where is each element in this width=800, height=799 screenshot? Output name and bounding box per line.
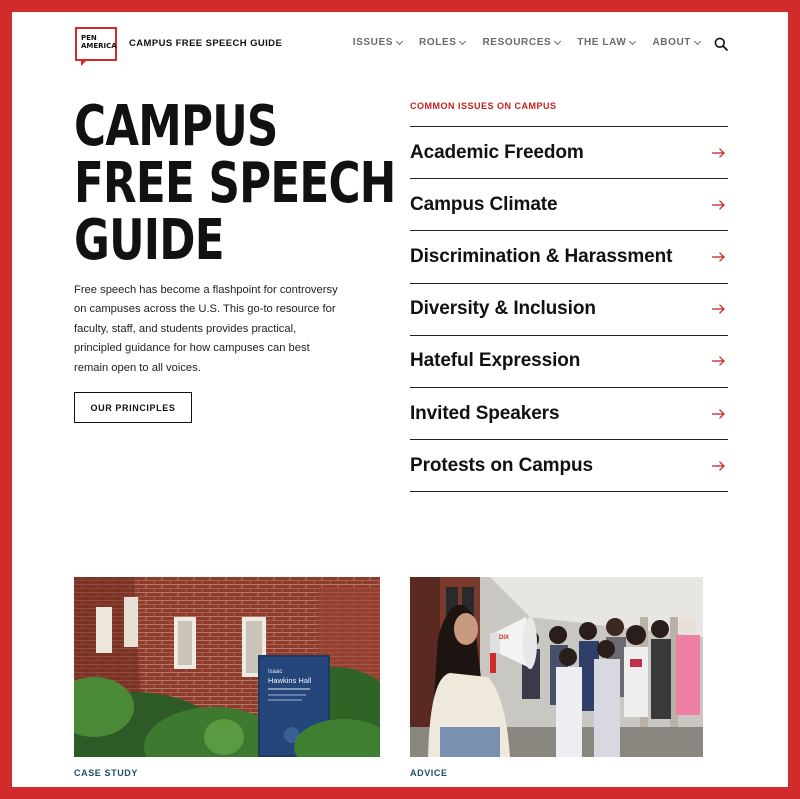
issue-label: Protests on Campus — [410, 454, 593, 476]
chevron-down-icon — [459, 37, 467, 45]
title-line-1: CAMPUS — [74, 94, 278, 159]
page: PEN AMERICA CAMPUS FREE SPEECH GUIDE ISS… — [12, 12, 788, 787]
sign-line-1: Isaac — [268, 669, 282, 675]
chevron-down-icon — [693, 37, 702, 45]
megaphone-text: DIX — [499, 635, 509, 641]
our-principles-button[interactable]: OUR PRINCIPLES — [74, 392, 192, 423]
logo-line-2: AMERICA — [81, 42, 117, 50]
nav-about[interactable]: ABOUT — [652, 37, 702, 48]
issues-list: Academic Freedom Campus Climate Discrimi… — [410, 126, 728, 493]
nav-roles-label: ROLES — [419, 37, 457, 48]
nav-issues[interactable]: ISSUES — [352, 37, 404, 48]
site-name[interactable]: CAMPUS FREE SPEECH GUIDE — [129, 38, 282, 49]
nav-the-law[interactable]: THE LAW — [577, 37, 637, 48]
issues-section-label: COMMON ISSUES ON CAMPUS — [410, 101, 557, 111]
issue-label: Diversity & Inclusion — [410, 298, 596, 320]
title-line-3: GUIDE — [74, 208, 225, 273]
issue-label: Hateful Expression — [410, 350, 581, 372]
hero-description: Free speech has become a flashpoint for … — [74, 284, 338, 374]
pen-america-logo[interactable]: PEN AMERICA — [75, 27, 117, 66]
issue-label: Campus Climate — [410, 193, 558, 215]
chevron-down-icon — [554, 37, 562, 45]
search-icon[interactable] — [714, 37, 728, 51]
issue-invited-speakers[interactable]: Invited Speakers — [410, 388, 728, 441]
sign-line-2: Hawkins Hall — [268, 676, 312, 685]
main-nav: ISSUES ROLES RESOURCES THE LAW ABOUT — [352, 37, 702, 48]
case-study-label[interactable]: CASE STUDY — [74, 768, 138, 778]
nav-resources-label: RESOURCES — [482, 37, 552, 48]
nav-roles[interactable]: ROLES — [419, 37, 467, 48]
issue-label: Academic Freedom — [410, 141, 584, 163]
arrow-right-icon — [712, 252, 725, 262]
case-study-image[interactable]: Isaac Hawkins Hall — [74, 577, 380, 757]
nav-issues-label: ISSUES — [352, 37, 394, 48]
arrow-right-icon — [712, 304, 725, 314]
issue-label: Discrimination & Harassment — [410, 245, 673, 267]
arrow-right-icon — [712, 408, 725, 419]
arrow-right-icon — [712, 200, 725, 210]
issue-campus-climate[interactable]: Campus Climate — [410, 179, 728, 232]
issue-label: Invited Speakers — [410, 402, 560, 424]
issue-discrimination-harassment[interactable]: Discrimination & Harassment — [410, 231, 728, 284]
arrow-right-icon — [712, 147, 725, 158]
nav-the-law-label: THE LAW — [577, 37, 627, 48]
nav-resources[interactable]: RESOURCES — [482, 37, 562, 48]
issue-hateful-expression[interactable]: Hateful Expression — [410, 336, 728, 388]
site-header: PEN AMERICA CAMPUS FREE SPEECH GUIDE ISS… — [12, 12, 788, 76]
chevron-down-icon — [395, 37, 404, 45]
issue-protests-on-campus[interactable]: Protests on Campus — [410, 440, 728, 493]
issue-academic-freedom[interactable]: Academic Freedom — [410, 127, 728, 180]
advice-label[interactable]: ADVICE — [410, 768, 448, 778]
arrow-right-icon — [712, 356, 725, 367]
issue-diversity-inclusion[interactable]: Diversity & Inclusion — [410, 284, 728, 336]
logo-line-1: PEN — [81, 34, 97, 42]
nav-about-label: ABOUT — [652, 37, 691, 48]
title-line-2: FREE SPEECH — [74, 151, 396, 216]
arrow-right-icon — [712, 460, 725, 471]
page-title: CAMPUS FREE SPEECH GUIDE — [74, 94, 396, 273]
chevron-down-icon — [629, 37, 637, 45]
advice-image[interactable]: DIX — [410, 577, 703, 757]
